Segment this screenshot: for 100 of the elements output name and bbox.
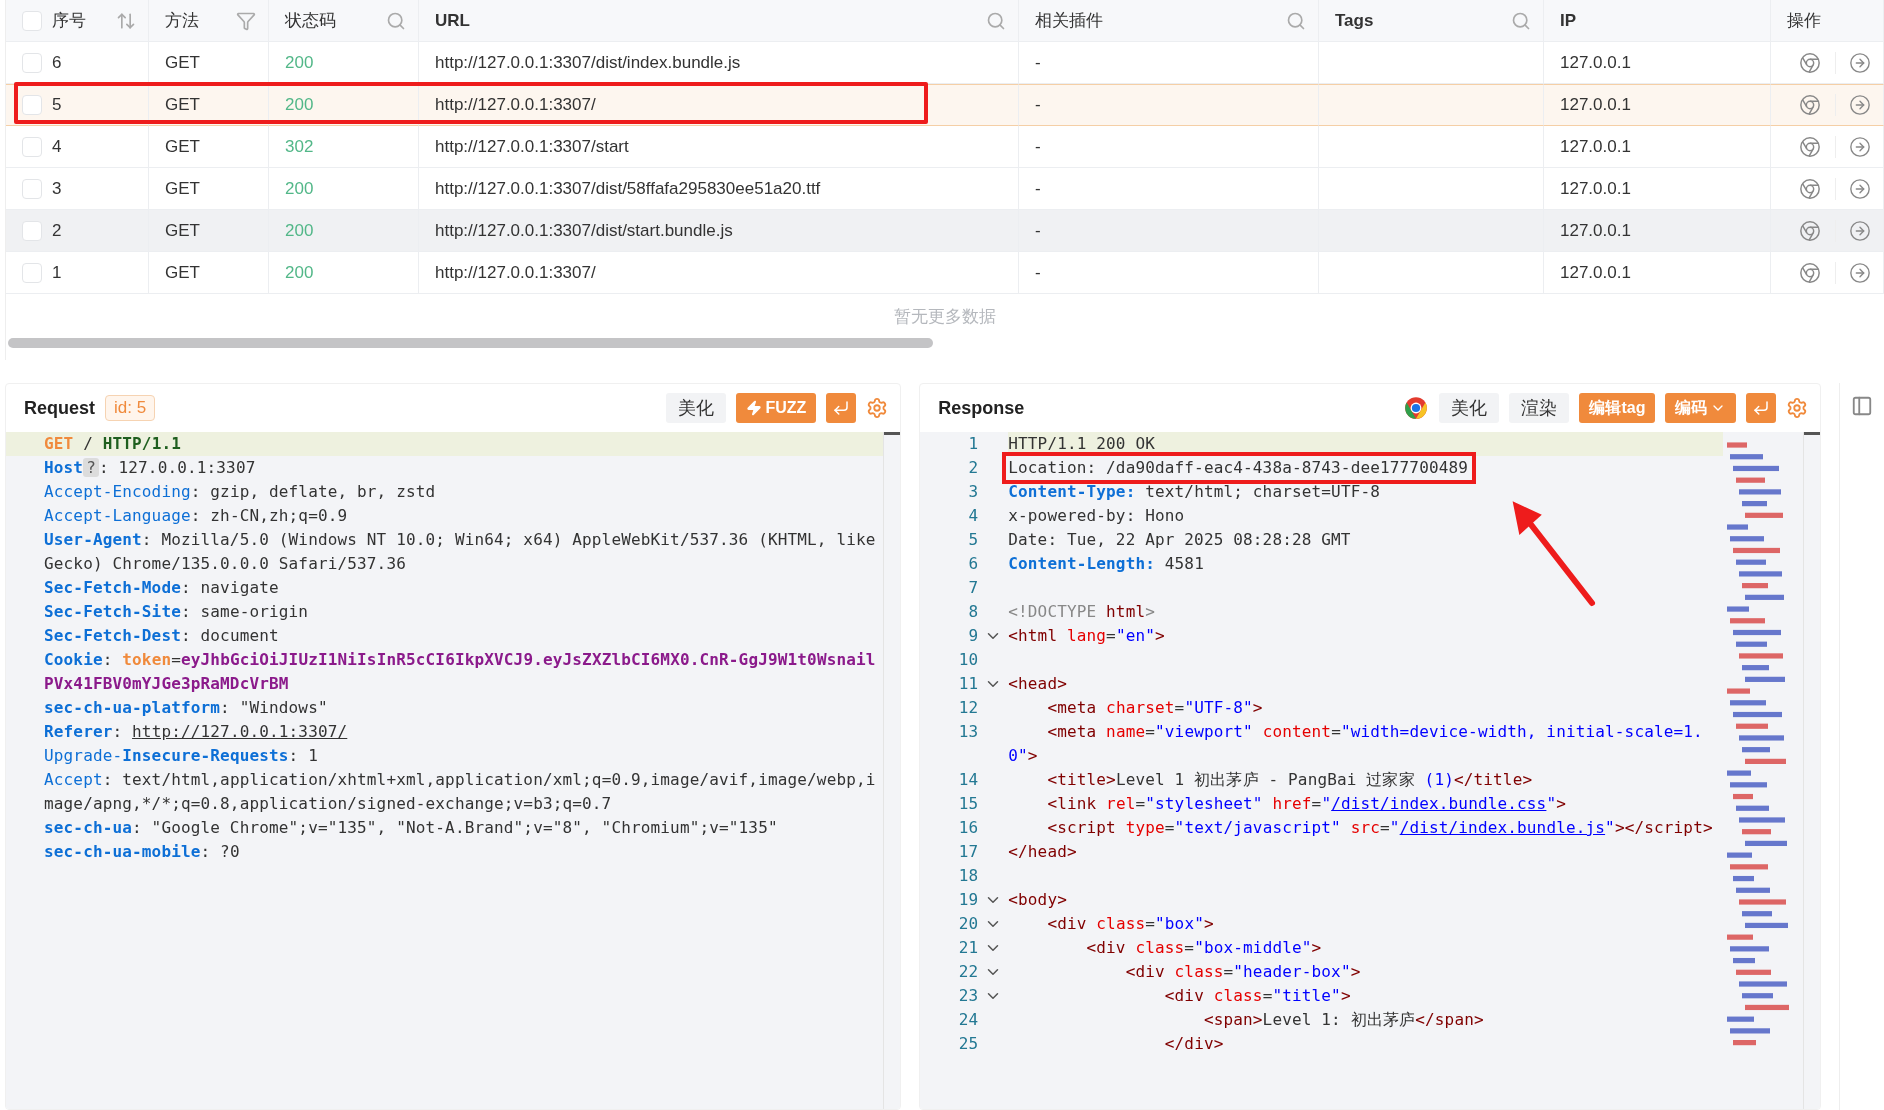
line-number: 3 xyxy=(967,481,979,503)
method-cell[interactable]: GET xyxy=(149,168,269,210)
settings-icon xyxy=(866,397,889,419)
settings-icon xyxy=(1786,397,1809,419)
row-number: 2 xyxy=(52,220,62,241)
table-cell[interactable]: 1 xyxy=(6,252,149,294)
browser-icon[interactable] xyxy=(1403,395,1430,421)
line-number: 10 xyxy=(957,649,979,671)
line-number: 16 xyxy=(957,817,979,839)
plugin-cell[interactable]: - xyxy=(1019,210,1319,252)
table-cell[interactable]: 3 xyxy=(6,168,149,210)
table-cell[interactable]: 2 xyxy=(6,210,149,252)
browser-icon[interactable] xyxy=(1799,51,1821,74)
arrow-right-icon[interactable] xyxy=(1849,261,1871,284)
search-icon[interactable] xyxy=(1286,10,1306,31)
tags-cell[interactable] xyxy=(1319,126,1544,168)
url-cell[interactable]: http://127.0.0.1:3307/dist/58ffafa295830ee51a20.ttf xyxy=(419,168,1019,210)
line-number: 11 xyxy=(957,673,979,695)
horizontal-scrollbar[interactable] xyxy=(8,338,933,348)
checkbox[interactable] xyxy=(22,52,42,73)
wrap-button[interactable] xyxy=(1746,393,1777,423)
line-number: 14 xyxy=(957,769,979,791)
browser-icon[interactable] xyxy=(1799,135,1821,158)
code-line: Sec-Fetch-Site: same-origin xyxy=(43,601,310,623)
checkbox[interactable] xyxy=(22,10,42,31)
tags-cell[interactable] xyxy=(1319,84,1544,126)
url-cell[interactable]: http://127.0.0.1:3307/dist/start.bundle.js xyxy=(419,210,1019,252)
code-line: x-powered-by: Hono xyxy=(1008,505,1186,527)
tags-cell[interactable] xyxy=(1319,42,1544,84)
ip-cell[interactable]: 127.0.0.1 xyxy=(1544,42,1771,84)
browser-icon[interactable] xyxy=(1799,94,1821,116)
checkbox[interactable] xyxy=(22,95,42,115)
panel-toggle-icon[interactable] xyxy=(1851,395,1874,417)
line-number: 24 xyxy=(957,1009,979,1031)
filter-icon[interactable] xyxy=(236,10,256,31)
line-number: 12 xyxy=(957,697,979,719)
search-icon[interactable] xyxy=(1511,10,1531,31)
plugin-cell[interactable]: - xyxy=(1019,126,1319,168)
line-number: 23 xyxy=(957,985,979,1007)
table-cell[interactable]: 4 xyxy=(6,126,149,168)
actions-cell[interactable] xyxy=(1771,42,1884,84)
vertical-scrollbar[interactable] xyxy=(883,432,901,1109)
ip-cell[interactable]: 127.0.0.1 xyxy=(1544,84,1771,126)
code-line: Content-Type: text/html; charset=UTF-8 xyxy=(1008,481,1381,503)
actions-cell[interactable] xyxy=(1771,84,1884,126)
actions-cell[interactable] xyxy=(1771,168,1884,210)
actions-cell[interactable] xyxy=(1771,210,1884,252)
line-number: 6 xyxy=(967,553,979,575)
url-cell[interactable]: http://127.0.0.1:3307/start xyxy=(419,126,1019,168)
ip-cell[interactable]: 127.0.0.1 xyxy=(1544,210,1771,252)
ip-cell[interactable]: 127.0.0.1 xyxy=(1544,126,1771,168)
line-number: 2 xyxy=(967,457,979,479)
search-icon[interactable] xyxy=(386,10,406,31)
checkbox[interactable] xyxy=(22,220,42,241)
code-line: Accept: text/html,application/xhtml+xml,application/xml;q=0.9,image/avif,image/webp,image/apng,*/*;q=0.8,application/signed-exchange;v=b3;q=0.7 xyxy=(43,769,877,815)
actions-cell[interactable] xyxy=(1771,252,1884,294)
line-number: 21 xyxy=(957,937,979,959)
line-number: 9 xyxy=(967,625,979,647)
code-line: <meta charset="UTF-8"> xyxy=(1046,697,1264,719)
plugin-cell[interactable]: - xyxy=(1019,168,1319,210)
checkbox[interactable] xyxy=(22,262,42,283)
code-line: Date: Tue, 22 Apr 2025 08:28:28 GMT xyxy=(1008,529,1352,551)
code-line: Host ? : 127.0.0.1:3307 xyxy=(43,457,257,479)
beautify-button[interactable]: 美化 xyxy=(1439,393,1500,423)
settings-button[interactable] xyxy=(1786,397,1809,419)
arrow-right-icon[interactable] xyxy=(1849,51,1871,74)
panel-title: Response xyxy=(938,397,1025,419)
checkbox[interactable] xyxy=(22,178,42,199)
method-cell[interactable]: GET xyxy=(149,252,269,294)
arrow-right-icon[interactable] xyxy=(1849,177,1871,200)
browser-icon[interactable] xyxy=(1799,261,1821,284)
row-number: 3 xyxy=(52,178,62,199)
code-line: <title>Level 1 初出茅庐 - PangBai 过家家 (1)</title> xyxy=(1046,769,1534,791)
method-cell[interactable]: GET xyxy=(149,210,269,252)
browser-icon[interactable] xyxy=(1799,177,1821,200)
beautify-button[interactable]: 美化 xyxy=(666,393,727,423)
enter-icon xyxy=(1752,399,1771,417)
plugin-cell[interactable]: - xyxy=(1019,84,1319,126)
settings-button[interactable] xyxy=(866,397,889,419)
browser-icon[interactable] xyxy=(1799,219,1821,242)
table-cell[interactable]: 6 xyxy=(6,42,149,84)
arrow-right-icon[interactable] xyxy=(1849,219,1871,242)
search-icon[interactable] xyxy=(986,10,1006,31)
arrow-right-icon[interactable] xyxy=(1849,135,1871,158)
method-cell[interactable]: GET xyxy=(149,126,269,168)
actions-cell[interactable] xyxy=(1771,126,1884,168)
line-number: 19 xyxy=(957,889,979,911)
wrap-button[interactable] xyxy=(826,393,857,423)
arrow-right-icon[interactable] xyxy=(1849,94,1871,116)
beautify-button[interactable]: 渲染 xyxy=(1509,393,1570,423)
url-cell[interactable]: http://127.0.0.1:3307/ xyxy=(419,252,1019,294)
vertical-scrollbar[interactable] xyxy=(1803,432,1821,1109)
line-number: 4 xyxy=(967,505,979,527)
ip-cell[interactable]: 127.0.0.1 xyxy=(1544,168,1771,210)
checkbox[interactable] xyxy=(22,136,42,157)
line-number: 13 xyxy=(957,721,979,743)
ip-cell[interactable]: 127.0.0.1 xyxy=(1544,252,1771,294)
code-line: Content-Length: 4581 xyxy=(1008,553,1205,575)
plugin-cell[interactable]: - xyxy=(1019,252,1319,294)
plugin-cell[interactable]: - xyxy=(1019,42,1319,84)
